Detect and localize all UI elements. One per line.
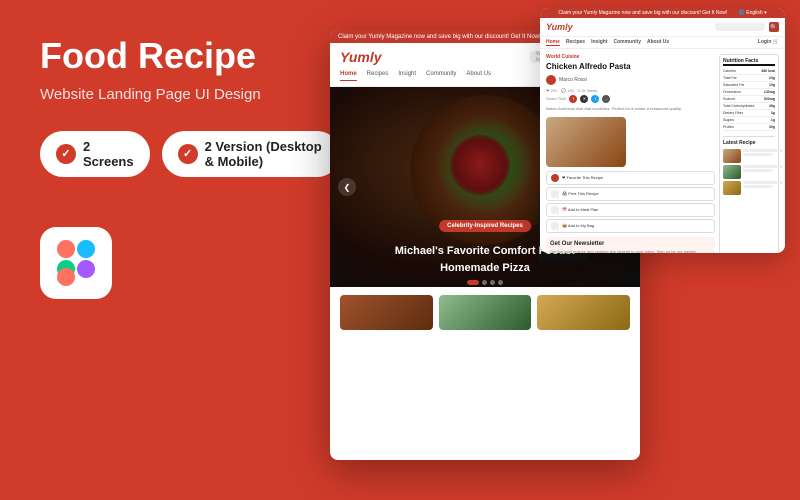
nutrition-title: Nutrition Facts xyxy=(723,58,775,66)
share-more[interactable]: ... xyxy=(602,95,610,103)
top-screen-nav2: Home Recipes Insight Community About Us … xyxy=(540,37,785,49)
screens-container: Claim your Yumly Magazine now and save b… xyxy=(270,0,800,500)
recipe-title: Chicken Alfredo Pasta xyxy=(546,62,715,72)
hero-subtitle: Homemade Pizza xyxy=(350,261,620,275)
stat-views: 2.1k Views xyxy=(578,88,597,93)
stat-likes: ❤ 201 xyxy=(546,88,557,93)
nav-recipes[interactable]: Recipes xyxy=(367,71,389,81)
top-nav-community[interactable]: Community xyxy=(613,39,641,46)
dot-1[interactable] xyxy=(467,280,479,285)
dot-2[interactable] xyxy=(482,280,487,285)
nutrition-row-sugar: Sugars 1g xyxy=(723,117,775,124)
top-search-btn[interactable]: 🔍 xyxy=(769,22,779,32)
world-cuisine: World Cuisine xyxy=(546,54,715,60)
nutrition-row-calories: Calories 480 kcal xyxy=(723,68,775,75)
latest-title: Latest Recipe xyxy=(723,140,775,146)
badge-screens-label: 2 Screens xyxy=(83,139,134,169)
favorite-btn[interactable]: ❤ Favorite This Recipe xyxy=(546,171,715,185)
share-bar: Share This! f ✕ t ... xyxy=(546,95,715,103)
stat-comments: 💬 140 xyxy=(561,88,574,93)
top-screen: Claim your Yumly Magazine now and save b… xyxy=(540,8,785,253)
add-bag-btn[interactable]: 📦 Add to My Bag xyxy=(546,219,715,233)
figma-logo xyxy=(40,227,112,299)
nutrition-row-fiber: Dietary Fiber 3g xyxy=(723,110,775,117)
latest-item-1 xyxy=(723,149,775,163)
nav-community[interactable]: Community xyxy=(426,71,456,81)
hero-dots xyxy=(467,280,503,285)
main-content-below xyxy=(330,287,640,343)
dot-4[interactable] xyxy=(498,280,503,285)
hero-tag: Celebrity-Inspired Recipes xyxy=(439,220,531,232)
recipe-image xyxy=(546,117,626,167)
newsletter-desc: Get the best recipes and cooking tips st… xyxy=(550,249,711,253)
pizza-sauce xyxy=(450,135,510,195)
content-row-1 xyxy=(340,295,630,330)
top-screen-content: World Cuisine Chicken Alfredo Pasta Marc… xyxy=(540,49,785,253)
author: Marco Rossi xyxy=(559,77,587,83)
dot-3[interactable] xyxy=(490,280,495,285)
nav-insight[interactable]: Insight xyxy=(398,71,416,81)
badge-screens: ✓ 2 Screens xyxy=(40,131,150,177)
recipe-text: World Cuisine Chicken Alfredo Pasta Marc… xyxy=(546,54,715,253)
check-icon-2: ✓ xyxy=(178,144,198,164)
top-nav-login: Login 🛒 xyxy=(758,39,779,46)
top-screen-nav: Yumly 🔍 xyxy=(540,18,785,37)
nutrition-row-chol: Cholesterol 130mg xyxy=(723,89,775,96)
top-logo: Yumly xyxy=(546,22,711,32)
nutrition-panel: Nutrition Facts Calories 480 kcal Total … xyxy=(719,54,779,253)
print-btn[interactable]: 🖨 Print This Recipe xyxy=(546,187,715,201)
nutrition-row-sodium: Sodium 520mg xyxy=(723,96,775,103)
nutrition-row-fat: Total Fat 24g xyxy=(723,75,775,82)
stats-row: ❤ 201 💬 140 2.1k Views xyxy=(546,88,715,93)
nav-about[interactable]: About Us xyxy=(466,71,491,81)
content-card-2 xyxy=(439,295,532,330)
content-card-3 xyxy=(537,295,630,330)
hero-prev-button[interactable]: ❮ xyxy=(338,178,356,196)
nav-home[interactable]: Home xyxy=(340,71,357,81)
nutrition-row-carbs: Total Carbohydrates 45g xyxy=(723,103,775,110)
newsletter-box: Get Our Newsletter Get the best recipes … xyxy=(546,237,715,253)
nutrition-row-satfat: Saturated Fat 10g xyxy=(723,82,775,89)
meal-plan-btn[interactable]: 📅 Add to Meal Plan xyxy=(546,203,715,217)
nutrition-row-protein: Protein 30g xyxy=(723,124,775,131)
newsletter-title: Get Our Newsletter xyxy=(550,241,711,247)
recipe-desc: Italian-American dish that combines. Per… xyxy=(546,106,715,112)
content-card-1 xyxy=(340,295,433,330)
top-nav-about[interactable]: About Us xyxy=(647,39,669,46)
top-nav-recipes[interactable]: Recipes xyxy=(566,39,585,46)
action-buttons: ❤ Favorite This Recipe 🖨 Print This Reci… xyxy=(546,171,715,233)
share-x[interactable]: ✕ xyxy=(580,95,588,103)
share-facebook[interactable]: f xyxy=(569,95,577,103)
top-nav-insight[interactable]: Insight xyxy=(591,39,607,46)
latest-recipe-section: Latest Recipe xyxy=(723,136,775,195)
figma-icon xyxy=(57,240,95,286)
top-search[interactable] xyxy=(715,23,765,31)
top-nav-home[interactable]: Home xyxy=(546,39,560,46)
main-logo: Yumly xyxy=(340,49,524,65)
top-screen-banner: Claim your Yumly Magazine now and save b… xyxy=(540,8,785,18)
share-twitter[interactable]: t xyxy=(591,95,599,103)
latest-item-2 xyxy=(723,165,775,179)
check-icon: ✓ xyxy=(56,144,76,164)
latest-item-3 xyxy=(723,181,775,195)
